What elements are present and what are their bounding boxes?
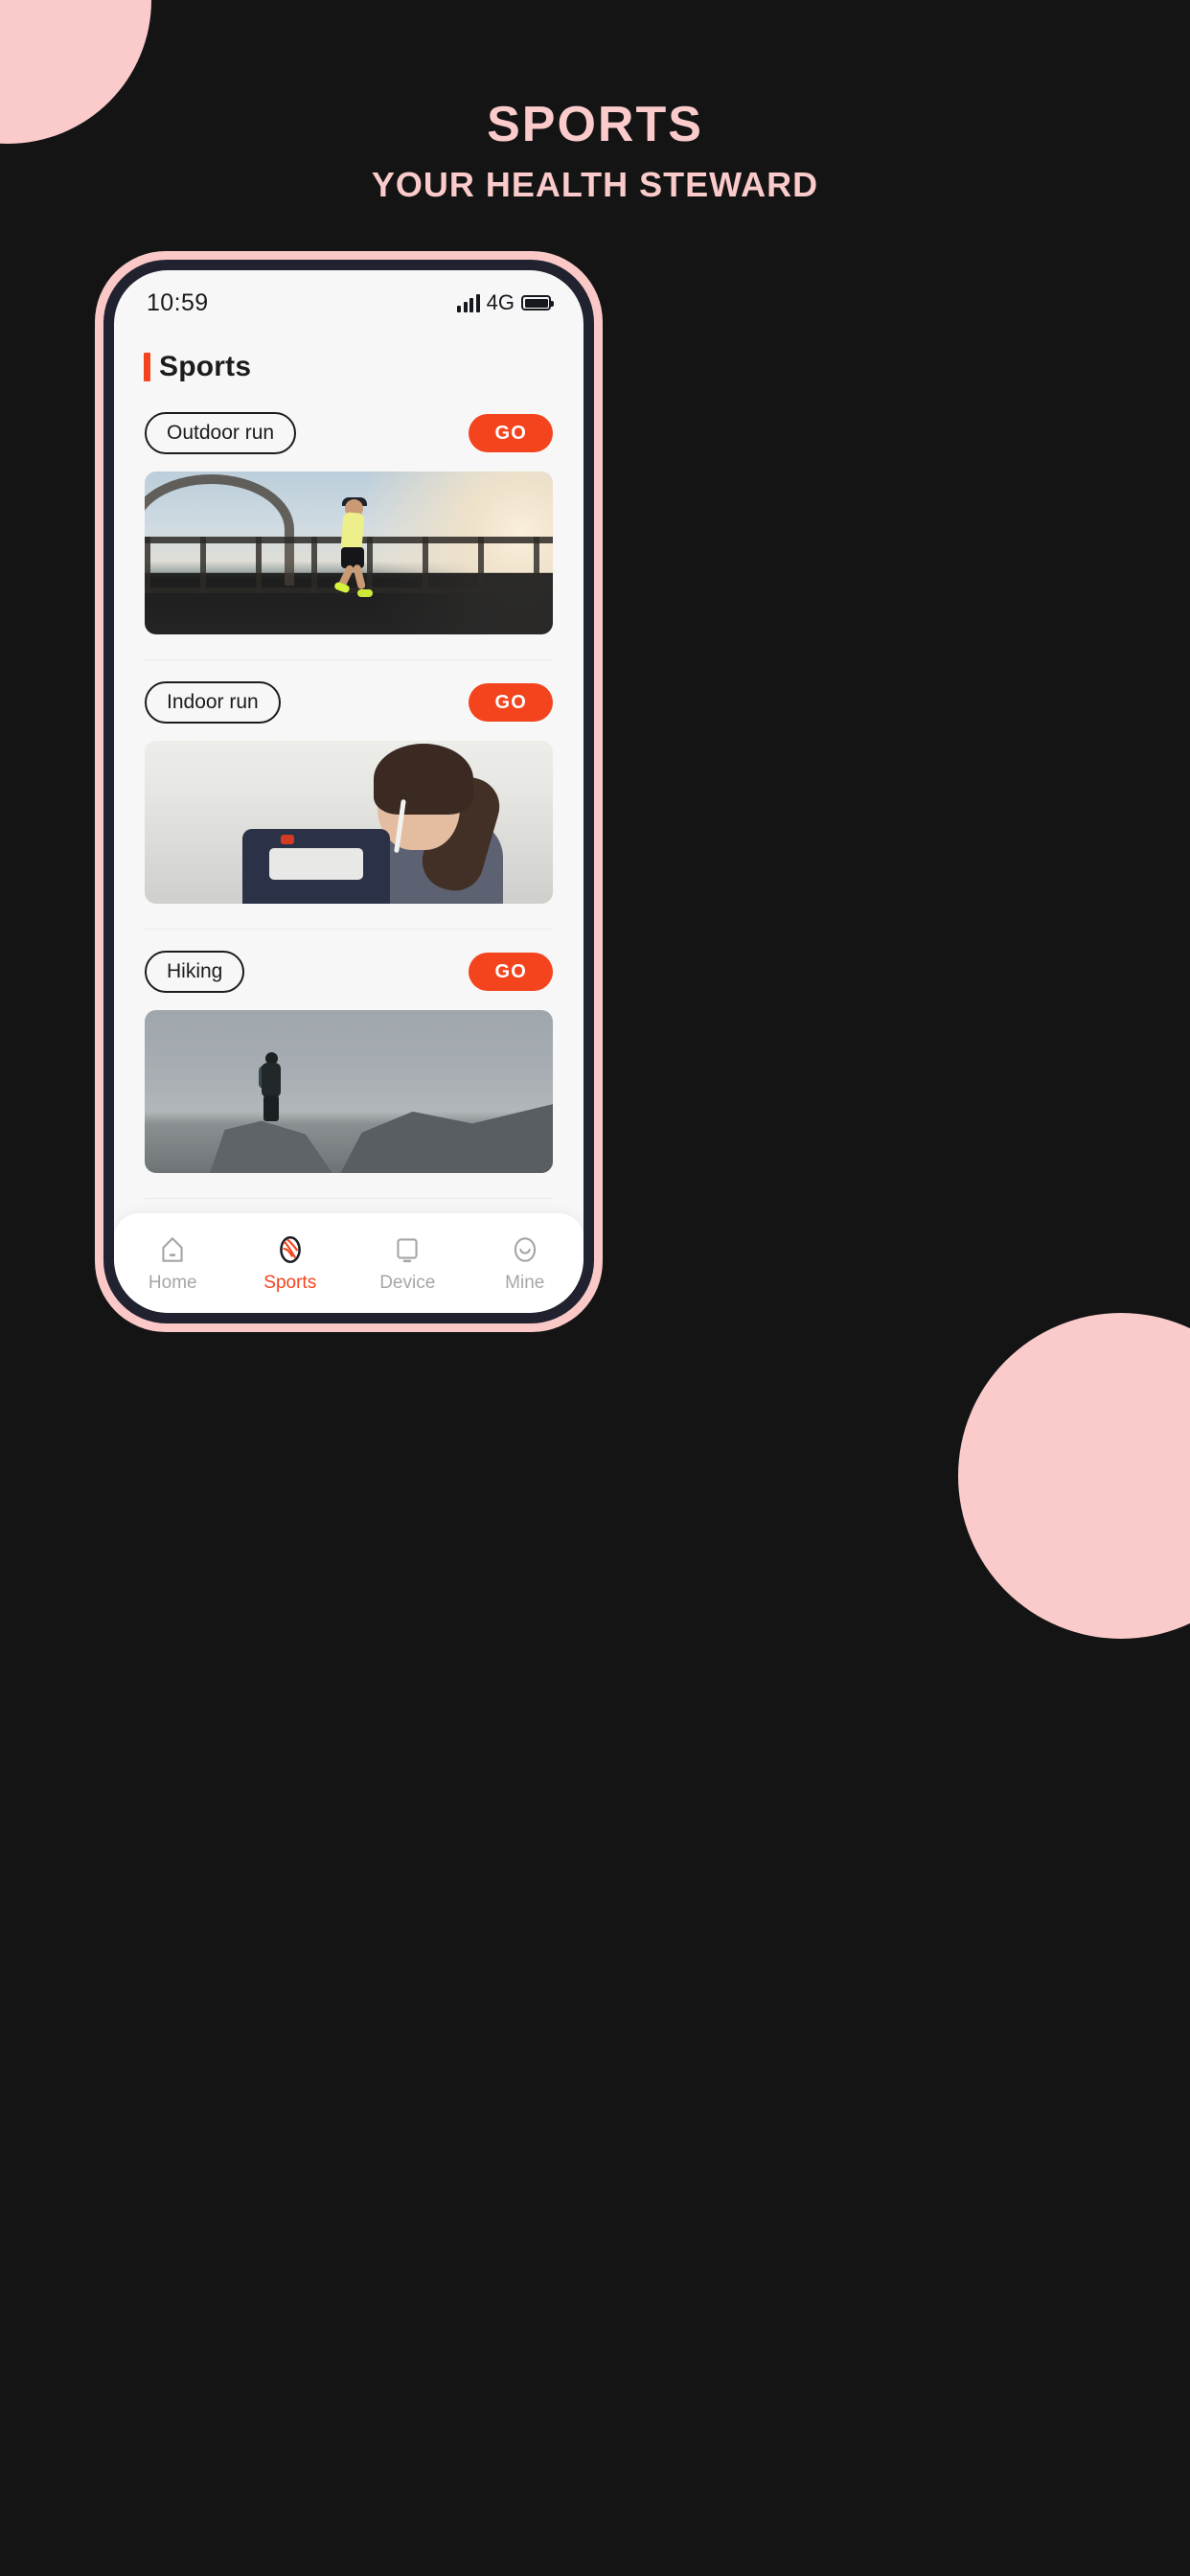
phone-mockup-frame: 10:59 4G Sports Outdoor run GO Indoor ru… [95, 251, 603, 1332]
poster-title: SPORTS [487, 97, 703, 152]
hiker-on-cliff-photo[interactable] [145, 1010, 553, 1173]
status-bar: 10:59 4G [114, 270, 584, 326]
network-type-label: 4G [486, 290, 515, 314]
nav-label-mine: Mine [505, 1272, 545, 1293]
hiker-figure [259, 1052, 284, 1122]
go-button-indoor-run[interactable]: GO [469, 683, 553, 722]
hair-shape [373, 744, 473, 816]
runner-figure [333, 497, 374, 598]
poster-subtitle: YOUR HEALTH STEWARD [371, 165, 819, 204]
list-divider [145, 929, 553, 930]
treadmill-stop-button-shape [281, 835, 295, 845]
nav-item-device[interactable]: Device [355, 1233, 460, 1294]
app-header: Sports [114, 326, 584, 391]
bottom-navigation-bar: Home Sports Device Mine [114, 1213, 584, 1313]
go-button-hiking[interactable]: GO [469, 953, 553, 991]
left-cliff-shape [210, 1120, 332, 1173]
phone-bezel: 10:59 4G Sports Outdoor run GO Indoor ru… [103, 260, 594, 1323]
list-divider [145, 1198, 553, 1199]
device-monitor-icon [397, 1237, 418, 1262]
go-button-outdoor-run[interactable]: GO [469, 414, 553, 452]
sports-list: Outdoor run GO Indoor run GO Hiking GO [114, 406, 584, 1199]
status-time: 10:59 [147, 288, 209, 316]
list-divider [145, 659, 553, 660]
card-header: Outdoor run GO [145, 406, 553, 460]
home-icon [162, 1236, 183, 1262]
woman-on-treadmill-photo[interactable] [145, 741, 553, 904]
treadmill-console-shape [242, 828, 390, 904]
sports-ball-icon [279, 1235, 301, 1263]
card-header: Indoor run GO [145, 676, 553, 729]
signal-bars-icon [457, 293, 480, 312]
nav-label-home: Home [148, 1272, 197, 1293]
card-header: Hiking GO [145, 945, 553, 999]
nav-item-sports[interactable]: Sports [238, 1233, 343, 1294]
phone-screen: 10:59 4G Sports Outdoor run GO Indoor ru… [114, 270, 584, 1313]
battery-icon [521, 295, 554, 310]
list-item[interactable]: Hiking GO [114, 945, 584, 1173]
nav-item-home[interactable]: Home [120, 1233, 225, 1294]
nav-label-device: Device [379, 1272, 436, 1293]
nav-label-sports: Sports [263, 1272, 317, 1293]
list-item[interactable]: Indoor run GO [114, 676, 584, 904]
right-cliff-shape [340, 1104, 553, 1173]
header-accent-bar [144, 353, 150, 381]
runner-on-bridge-photo[interactable] [145, 472, 553, 634]
page-title: Sports [159, 351, 252, 382]
status-indicators: 4G [457, 290, 554, 315]
decorative-circle-right [958, 1313, 1190, 1639]
nav-item-mine[interactable]: Mine [472, 1233, 578, 1294]
sport-label-indoor-run[interactable]: Indoor run [145, 681, 281, 724]
sport-label-outdoor-run[interactable]: Outdoor run [145, 412, 297, 454]
user-smile-icon [514, 1236, 536, 1262]
list-item[interactable]: Outdoor run GO [114, 406, 584, 634]
sport-label-hiking[interactable]: Hiking [145, 951, 245, 993]
